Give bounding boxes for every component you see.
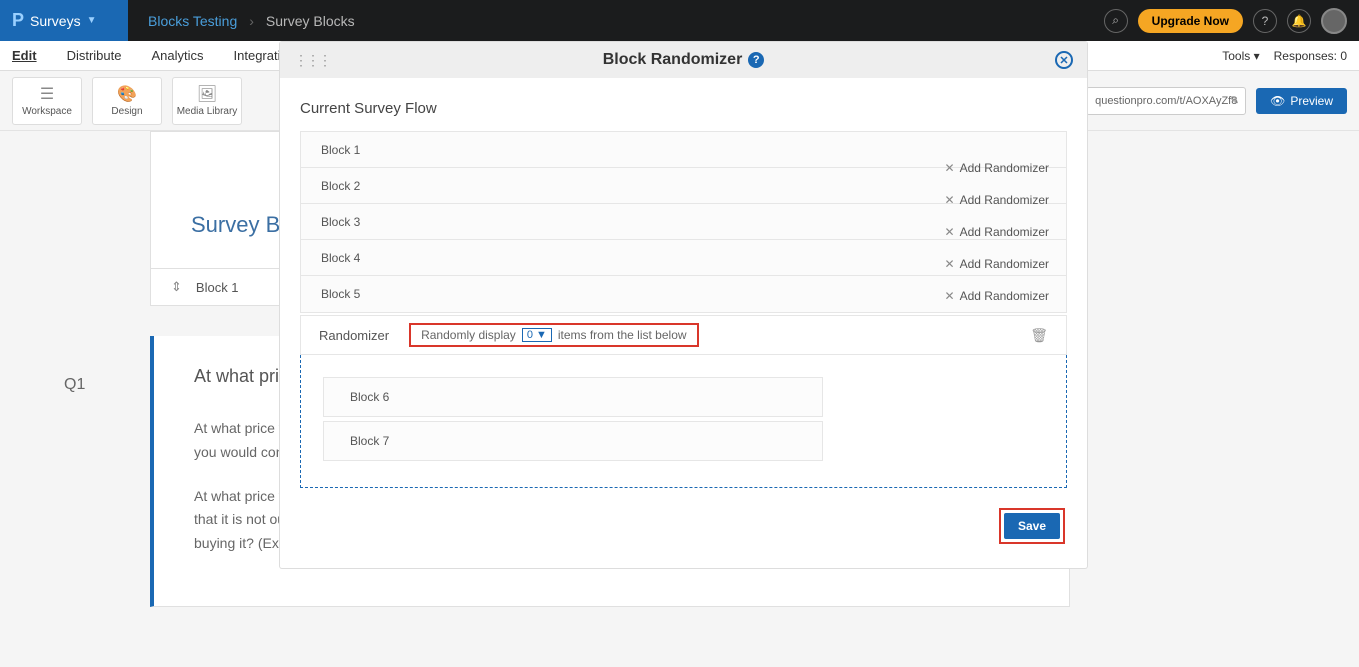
randomizer-config-highlight: Randomly display 0 ▼ items from the list… [409, 323, 698, 347]
modal-header: ⋮⋮⋮ Block Randomizer ? ✕ [280, 42, 1087, 78]
survey-flow-container: Block 1 Block 2 Block 3 Block 4 Block 5 … [300, 131, 1067, 313]
shuffle-icon: ✕ [945, 289, 955, 303]
add-randomizer-link[interactable]: ✕Add Randomizer [945, 161, 1049, 175]
randomizer-label: Randomizer [319, 328, 389, 343]
save-button[interactable]: Save [1004, 513, 1060, 539]
randomizer-items: Block 6 Block 7 [300, 355, 1067, 488]
block-randomizer-modal: ⋮⋮⋮ Block Randomizer ? ✕ Current Survey … [280, 42, 1087, 568]
rand-count-select[interactable]: 0 ▼ [522, 328, 552, 342]
rand-suffix: items from the list below [558, 328, 687, 342]
chevron-down-icon: ▼ [536, 329, 547, 341]
add-randomizer-link[interactable]: ✕Add Randomizer [945, 193, 1049, 207]
help-icon[interactable]: ? [748, 52, 764, 68]
modal-overlay: ⋮⋮⋮ Block Randomizer ? ✕ Current Survey … [0, 0, 1359, 667]
shuffle-icon: ✕ [945, 257, 955, 271]
randomizer-config-bar: Randomizer Randomly display 0 ▼ items fr… [300, 315, 1067, 355]
add-randomizer-link[interactable]: ✕Add Randomizer [945, 257, 1049, 271]
randomizer-item[interactable]: Block 6 [323, 377, 823, 417]
drag-handle-icon[interactable]: ⋮⋮⋮ [294, 52, 330, 69]
save-highlight: Save [999, 508, 1065, 544]
randomizer-item[interactable]: Block 7 [323, 421, 823, 461]
shuffle-icon: ✕ [945, 225, 955, 239]
close-button[interactable]: ✕ [1055, 51, 1073, 69]
section-title: Current Survey Flow [300, 100, 1067, 117]
add-randomizer-link[interactable]: ✕Add Randomizer [945, 289, 1049, 303]
shuffle-icon: ✕ [945, 161, 955, 175]
rand-prefix: Randomly display [421, 328, 516, 342]
shuffle-icon: ✕ [945, 193, 955, 207]
add-randomizer-link[interactable]: ✕Add Randomizer [945, 225, 1049, 239]
delete-randomizer-button[interactable]: 🗑 [1030, 327, 1048, 344]
modal-title: Block Randomizer ? [280, 51, 1087, 69]
modal-footer: Save [280, 488, 1087, 568]
